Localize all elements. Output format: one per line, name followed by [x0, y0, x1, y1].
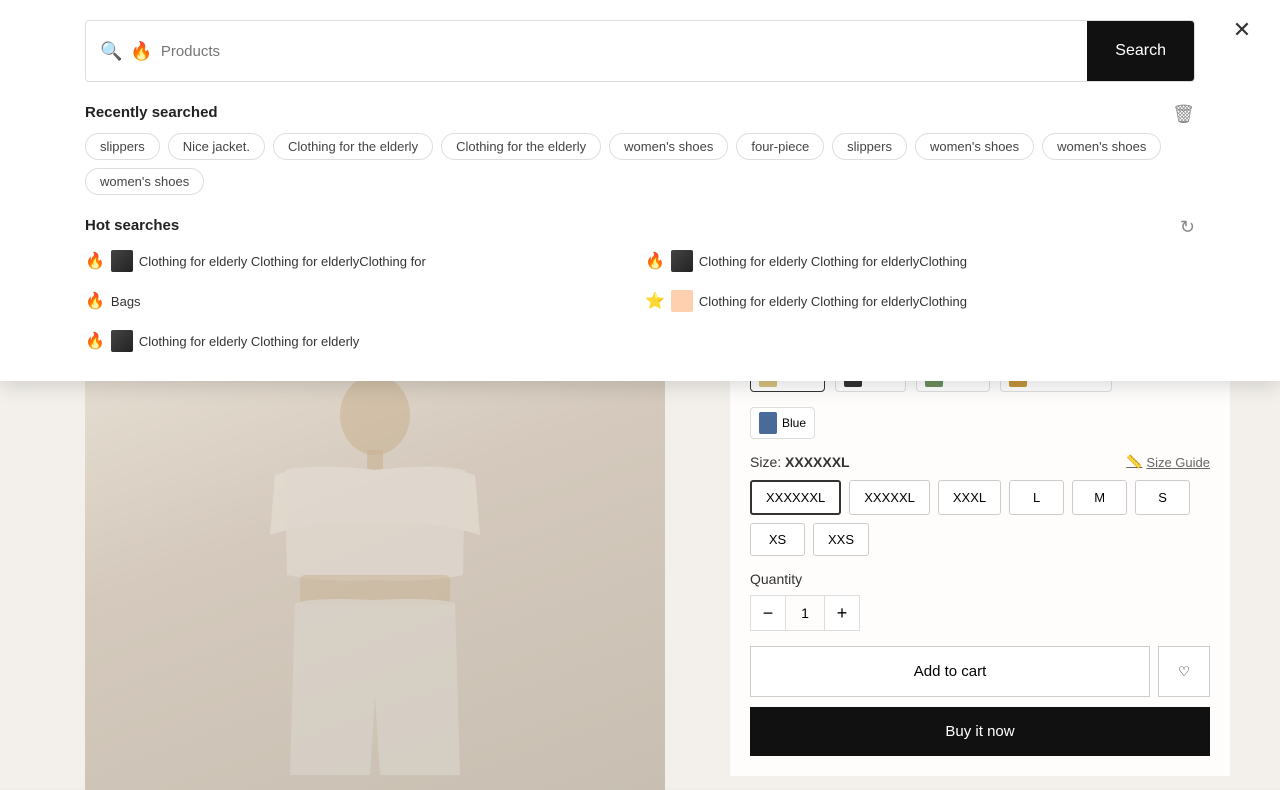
size-btn-m[interactable]: M: [1072, 480, 1127, 515]
search-input[interactable]: [161, 29, 1073, 74]
size-btn-xs[interactable]: XS: [750, 523, 805, 556]
recent-tag-8[interactable]: women's shoes: [1042, 133, 1161, 160]
quantity-section: Quantity − 1 +: [750, 571, 1210, 631]
search-bar: 🔍 🔥 Search: [85, 20, 1195, 82]
hot-icon-1: 🔥: [645, 251, 665, 271]
recent-tag-0[interactable]: slippers: [85, 133, 160, 160]
hot-item-text-4: Clothing for elderly Clothing for elderl…: [139, 334, 359, 349]
buy-now-button[interactable]: Buy it now: [750, 707, 1210, 756]
search-button[interactable]: Search: [1087, 21, 1194, 81]
search-bar-inner: 🔍 🔥: [86, 29, 1087, 74]
heart-icon: ♡: [1178, 664, 1190, 680]
size-btn-xxxxxl[interactable]: XXXXXL: [849, 480, 930, 515]
refresh-icon[interactable]: ↻: [1180, 217, 1195, 238]
size-btn-s[interactable]: S: [1135, 480, 1190, 515]
size-guide-label: Size Guide: [1146, 455, 1210, 470]
add-to-cart-row: Add to cart ♡: [750, 646, 1210, 697]
size-guide-link[interactable]: 📏 Size Guide: [1126, 454, 1210, 470]
close-button[interactable]: ✕: [1224, 12, 1260, 48]
hot-item-text-2: Bags: [111, 294, 141, 309]
recent-tag-5[interactable]: four-piece: [736, 133, 824, 160]
search-overlay: ✕ 🔍 🔥 Search Recently searched 🗑 slipper…: [0, 0, 1280, 381]
recent-tag-3[interactable]: Clothing for the elderly: [441, 133, 601, 160]
hot-icon-4: 🔥: [85, 331, 105, 351]
product-image-area: [85, 340, 665, 790]
swatch-dot-blue: [759, 412, 777, 434]
size-btn-xxxl[interactable]: XXXL: [938, 480, 1001, 515]
hot-item-1[interactable]: 🔥 Clothing for elderly Clothing for elde…: [645, 246, 1195, 276]
hot-item-4[interactable]: 🔥 Clothing for elderly Clothing for elde…: [85, 326, 635, 356]
recently-searched-title: Recently searched: [85, 104, 1195, 121]
recent-tags-row: slippers Nice jacket. Clothing for the e…: [85, 133, 1195, 195]
hot-item-text-1: Clothing for elderly Clothing for elderl…: [699, 254, 967, 269]
product-figure: [85, 340, 665, 790]
quantity-control: − 1 +: [750, 595, 860, 631]
quantity-increase-button[interactable]: +: [825, 596, 859, 630]
recent-tag-9[interactable]: women's shoes: [85, 168, 204, 195]
color-swatch-blue[interactable]: Blue: [750, 407, 815, 439]
hot-searches-title: Hot searches: [85, 217, 1195, 234]
size-btn-xxs[interactable]: XXS: [813, 523, 869, 556]
size-btn-l[interactable]: L: [1009, 480, 1064, 515]
hot-thumb-3: [671, 290, 693, 312]
size-btn-xxxxxxl[interactable]: XXXXXXL: [750, 480, 841, 515]
selected-size-value: XXXXXXL: [785, 454, 850, 470]
recent-tag-4[interactable]: women's shoes: [609, 133, 728, 160]
delete-history-icon[interactable]: 🗑: [1172, 104, 1195, 125]
wishlist-button[interactable]: ♡: [1158, 646, 1210, 697]
size-section: Size: XXXXXXL 📏 Size Guide XXXXXXL XXXXX…: [750, 454, 1210, 556]
size-label: Size: XXXXXXL: [750, 454, 850, 470]
recent-tag-6[interactable]: slippers: [832, 133, 907, 160]
hot-icon-0: 🔥: [85, 251, 105, 271]
hot-item-3[interactable]: ⭐ Clothing for elderly Clothing for elde…: [645, 286, 1195, 316]
hot-item-text-0: Clothing for elderly Clothing for elderl…: [139, 254, 426, 269]
search-icon: 🔍: [100, 41, 122, 62]
hot-item-text-3: Clothing for elderly Clothing for elderl…: [699, 294, 967, 309]
hot-icon-2: 🔥: [85, 291, 105, 311]
color-swatches-row2: Blue: [750, 407, 1210, 439]
recent-tag-7[interactable]: women's shoes: [915, 133, 1034, 160]
hot-icon-3: ⭐: [645, 291, 665, 311]
recent-tag-1[interactable]: Nice jacket.: [168, 133, 265, 160]
product-panel: Yellow Black Green Yellow-brown Blue Siz…: [730, 340, 1230, 776]
add-to-cart-button[interactable]: Add to cart: [750, 646, 1150, 697]
fire-emoji: 🔥: [130, 41, 152, 62]
hot-item-2[interactable]: 🔥 Bags: [85, 286, 635, 316]
hot-thumb-4: [111, 330, 133, 352]
hot-item-0[interactable]: 🔥 Clothing for elderly Clothing for elde…: [85, 246, 635, 276]
quantity-label: Quantity: [750, 571, 1210, 587]
recently-searched-section: Recently searched 🗑 slippers Nice jacket…: [85, 104, 1195, 195]
size-header: Size: XXXXXXL 📏 Size Guide: [750, 454, 1210, 470]
quantity-value: 1: [785, 596, 825, 630]
hot-grid: 🔥 Clothing for elderly Clothing for elde…: [85, 246, 1195, 356]
hot-searches-section: Hot searches ↻ 🔥 Clothing for elderly Cl…: [85, 217, 1195, 356]
quantity-decrease-button[interactable]: −: [751, 596, 785, 630]
recent-tag-2[interactable]: Clothing for the elderly: [273, 133, 433, 160]
hot-thumb-0: [111, 250, 133, 272]
size-grid: XXXXXXL XXXXXL XXXL L M S XS XXS: [750, 480, 1210, 556]
color-label-blue: Blue: [782, 416, 806, 430]
hot-thumb-1: [671, 250, 693, 272]
ruler-icon: 📏: [1126, 454, 1142, 470]
